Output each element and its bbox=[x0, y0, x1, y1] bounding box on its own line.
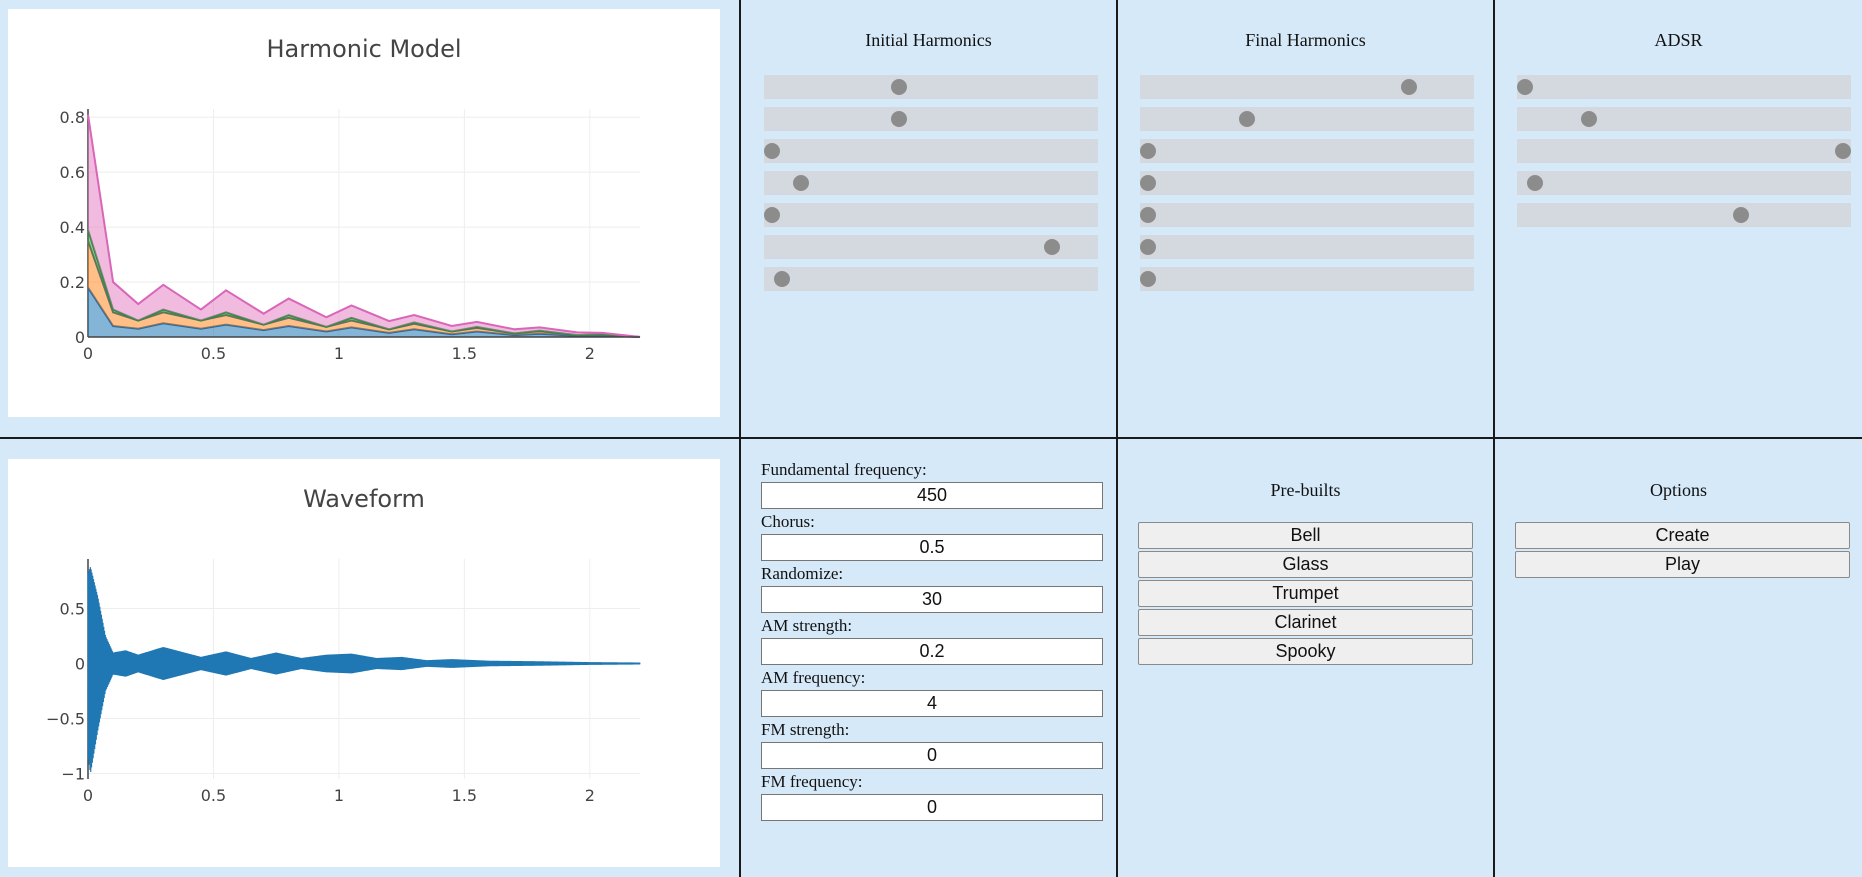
param-label: AM frequency: bbox=[761, 668, 866, 687]
final-harmonics-title: Final Harmonics bbox=[1245, 30, 1366, 50]
final-harmonic-slider-handle[interactable] bbox=[1238, 111, 1255, 127]
x-tick-label: 1.5 bbox=[452, 786, 477, 805]
param-label: Fundamental frequency: bbox=[761, 460, 927, 479]
adsr-slider-handle[interactable] bbox=[1733, 207, 1750, 223]
y-tick-label: −1 bbox=[61, 765, 85, 784]
adsr-slider-handle[interactable] bbox=[1526, 175, 1543, 191]
adsr-slider-5[interactable] bbox=[1517, 203, 1851, 227]
initial-harmonic-slider-5[interactable] bbox=[764, 203, 1098, 227]
x-tick-label: 0 bbox=[83, 786, 93, 805]
options-panel: Options Create Play bbox=[1495, 439, 1862, 877]
param-label: Randomize: bbox=[761, 564, 844, 583]
final-harmonic-slider-handle[interactable] bbox=[1140, 239, 1156, 255]
waveform-line bbox=[87, 567, 641, 773]
parameters-panel: Fundamental frequency: 450 Chorus: 0.5 Rando… bbox=[761, 459, 1111, 877]
final-harmonic-slider-3[interactable] bbox=[1140, 139, 1474, 163]
adsr-slider-handle[interactable] bbox=[1580, 111, 1597, 127]
final-harmonic-slider-5[interactable] bbox=[1140, 203, 1474, 227]
prebuilt-clarinet-button[interactable]: Clarinet bbox=[1138, 609, 1473, 636]
param-label: AM strength: bbox=[761, 616, 853, 635]
initial-harmonic-slider-handle[interactable] bbox=[891, 79, 908, 95]
harmonic-chart[interactable]: 0 0.5 1 1.5 200.20.40.60.8 bbox=[8, 9, 720, 417]
final-harmonic-slider-4[interactable] bbox=[1140, 171, 1474, 195]
prebuilt-glass-button[interactable]: Glass bbox=[1138, 551, 1473, 578]
initial-harmonic-slider-1[interactable] bbox=[764, 75, 1098, 99]
harmonic-areas bbox=[87, 114, 641, 338]
param-label: FM strength: bbox=[761, 720, 850, 739]
initial-harmonic-slider-4[interactable] bbox=[764, 171, 1098, 195]
final-harmonic-slider-6[interactable] bbox=[1140, 235, 1474, 259]
initial-harmonics-title: Initial Harmonics bbox=[865, 30, 992, 50]
y-tick-label: 0.8 bbox=[60, 108, 85, 127]
y-tick-label: 0.2 bbox=[60, 273, 85, 292]
adsr-slider-4[interactable] bbox=[1517, 171, 1851, 195]
param-input[interactable]: 0.5 bbox=[761, 534, 1103, 561]
adsr-slider-3[interactable] bbox=[1517, 139, 1851, 163]
initial-harmonic-slider-handle[interactable] bbox=[764, 143, 780, 159]
adsr-panel: ADSR bbox=[1495, 0, 1862, 437]
final-harmonic-slider-1[interactable] bbox=[1140, 75, 1474, 99]
y-tick-label: 0.5 bbox=[60, 600, 85, 619]
final-harmonic-slider-handle[interactable] bbox=[1140, 143, 1156, 159]
initial-harmonic-slider-handle[interactable] bbox=[764, 207, 780, 223]
initial-harmonic-slider-6[interactable] bbox=[764, 235, 1098, 259]
final-harmonic-slider-7[interactable] bbox=[1140, 267, 1474, 291]
initial-harmonic-slider-2[interactable] bbox=[764, 107, 1098, 131]
y-tick-label: 0 bbox=[75, 655, 85, 674]
param-input[interactable]: 30 bbox=[761, 586, 1103, 613]
harmonic-model-plot[interactable]: Harmonic Model 0 0.5 1 1.5 2 0 0.2 0.4 0.6 0.8 bbox=[8, 9, 720, 417]
y-tick-label: 0.6 bbox=[60, 163, 85, 182]
param-input[interactable]: 0 bbox=[761, 794, 1103, 821]
initial-harmonic-slider-handle[interactable] bbox=[1043, 239, 1060, 255]
prebuilt-trumpet-button[interactable]: Trumpet bbox=[1138, 580, 1473, 607]
adsr-slider-1[interactable] bbox=[1517, 75, 1851, 99]
prebuilt-bell-button[interactable]: Bell bbox=[1138, 522, 1473, 549]
prebuilts-title: Pre-builts bbox=[1270, 480, 1341, 500]
param-input[interactable]: 450 bbox=[761, 482, 1103, 509]
param-label: FM frequency: bbox=[761, 772, 863, 791]
final-harmonic-slider-handle[interactable] bbox=[1140, 271, 1156, 287]
initial-harmonic-slider-3[interactable] bbox=[764, 139, 1098, 163]
param-input[interactable]: 0 bbox=[761, 742, 1103, 769]
adsr-slider-handle[interactable] bbox=[1835, 143, 1851, 159]
final-harmonics-panel: Final Harmonics bbox=[1118, 0, 1493, 437]
x-tick-label: 1.5 bbox=[452, 344, 477, 363]
x-tick-label: 2 bbox=[585, 786, 595, 805]
final-harmonic-slider-handle[interactable] bbox=[1140, 175, 1156, 191]
prebuilt-spooky-button[interactable]: Spooky bbox=[1138, 638, 1473, 665]
initial-harmonic-slider-handle[interactable] bbox=[891, 111, 908, 127]
option-play-button[interactable]: Play bbox=[1515, 551, 1850, 578]
prebuilts-panel: Pre-builts Bell Glass Trumpet Clarinet Spook… bbox=[1118, 439, 1493, 877]
final-harmonic-slider-handle[interactable] bbox=[1140, 207, 1156, 223]
initial-harmonic-slider-7[interactable] bbox=[764, 267, 1098, 291]
adsr-title: ADSR bbox=[1654, 30, 1703, 50]
adsr-slider-handle[interactable] bbox=[1517, 79, 1533, 95]
x-tick-label: 0.5 bbox=[201, 344, 226, 363]
initial-harmonic-slider-handle[interactable] bbox=[792, 175, 809, 191]
final-harmonic-slider-2[interactable] bbox=[1140, 107, 1474, 131]
initial-harmonics-panel: Initial Harmonics bbox=[741, 0, 1116, 437]
adsr-slider-2[interactable] bbox=[1517, 107, 1851, 131]
x-tick-label: 1 bbox=[334, 344, 344, 363]
x-tick-label: 2 bbox=[585, 344, 595, 363]
y-tick-label: 0 bbox=[75, 328, 85, 347]
param-input[interactable]: 4 bbox=[761, 690, 1103, 717]
y-tick-label: −0.5 bbox=[46, 710, 85, 729]
param-input[interactable]: 0.2 bbox=[761, 638, 1103, 665]
y-tick-label: 0.4 bbox=[60, 218, 85, 237]
x-tick-label: 0.5 bbox=[201, 786, 226, 805]
options-title: Options bbox=[1649, 480, 1707, 500]
param-label: Chorus: bbox=[761, 512, 815, 531]
initial-harmonic-slider-handle[interactable] bbox=[773, 271, 790, 287]
final-harmonic-slider-handle[interactable] bbox=[1400, 79, 1417, 95]
waveform-plot[interactable]: Waveform 0 0.5 1 1.5 2 0.5 0 −0.5 −1 bbox=[8, 459, 720, 867]
waveform-chart[interactable]: 0 0.5 1 1.5 2 0.5 0 −0.5 −1 bbox=[8, 459, 720, 867]
option-create-button[interactable]: Create bbox=[1515, 522, 1850, 549]
harmonic-area-4 bbox=[88, 114, 640, 337]
x-tick-label: 1 bbox=[334, 786, 344, 805]
